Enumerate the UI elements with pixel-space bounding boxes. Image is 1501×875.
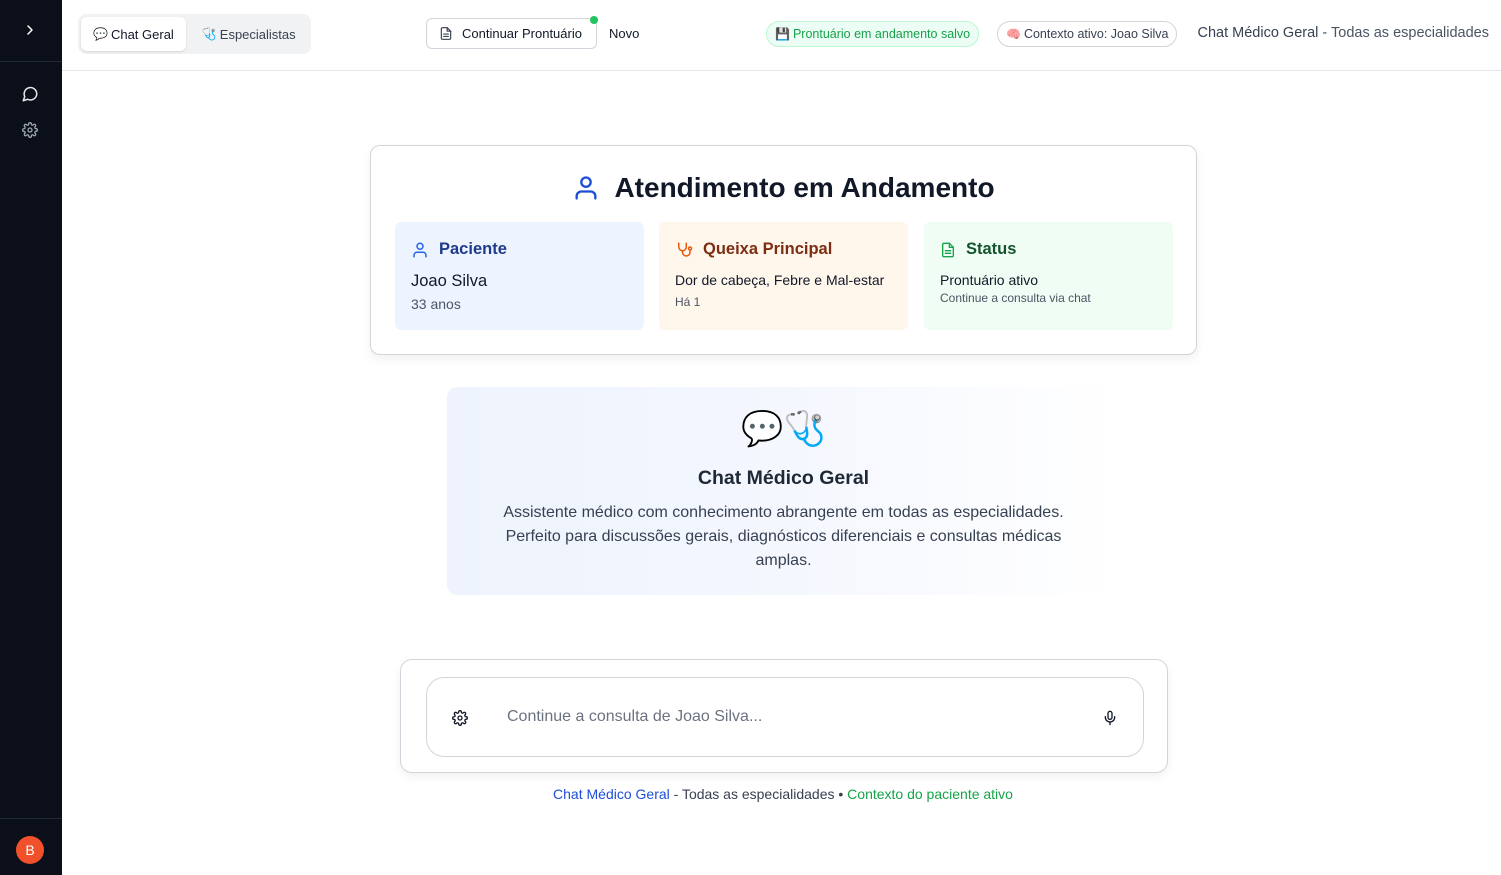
patient-card: Paciente Joao Silva 33 anos bbox=[395, 222, 644, 330]
attendance-panel: Atendimento em Andamento Paciente Joao S… bbox=[370, 145, 1197, 355]
intro-description: Assistente médico com conhecimento abran… bbox=[503, 504, 1064, 569]
status-hint: Continue a consulta via chat bbox=[940, 291, 1091, 305]
top-bar: 💬 Chat Geral 🩺 Especialistas Continuar P… bbox=[62, 0, 1501, 71]
stethoscope-icon: 🩺 bbox=[201, 27, 217, 41]
patient-name: Joao Silva bbox=[411, 272, 488, 290]
tab-label: Especialistas bbox=[219, 26, 296, 42]
user-icon bbox=[413, 242, 427, 257]
footer-context: Contexto do paciente ativo bbox=[847, 786, 1013, 802]
page-title-sub: Todas as especialidades bbox=[1331, 25, 1489, 41]
footer-middle: - Todas as especialidades • bbox=[669, 786, 848, 802]
status-text: Prontuário ativo bbox=[940, 272, 1039, 288]
speech-bubble-icon: 💬 bbox=[93, 27, 108, 41]
tab-label: Chat Geral bbox=[110, 26, 174, 42]
attendance-title: Atendimento em Andamento bbox=[614, 172, 995, 203]
document-icon bbox=[942, 242, 954, 257]
complaint-text: Dor de cabeça, Febre e Mal-estar bbox=[675, 272, 885, 288]
floppy-disk-icon: 💾 bbox=[775, 27, 790, 41]
patient-age: 33 anos bbox=[411, 296, 461, 312]
continue-record-button[interactable]: Continuar Prontuário bbox=[426, 18, 597, 49]
stethoscope-icon bbox=[678, 242, 693, 257]
status-heading: Status bbox=[966, 240, 1017, 258]
context-badge: 🧠 Contexto ativo: Joao Silva bbox=[997, 21, 1178, 47]
chat-stethoscope-icon: 💬🩺 bbox=[741, 410, 826, 448]
mode-switch: 💬 Chat Geral 🩺 Especialistas bbox=[78, 14, 311, 54]
complaint-heading: Queixa Principal bbox=[703, 240, 833, 258]
intro-title: Chat Médico Geral bbox=[697, 467, 870, 489]
continue-record-label: Continuar Prontuário bbox=[462, 26, 582, 41]
page-title-main: Chat Médico Geral bbox=[1197, 25, 1319, 41]
document-icon bbox=[440, 27, 452, 40]
complaint-card: Queixa Principal Dor de cabeça, Febre e … bbox=[659, 222, 908, 330]
footer-title: Chat Médico Geral bbox=[553, 786, 670, 802]
user-icon bbox=[575, 176, 597, 200]
tab-especialistas[interactable]: 🩺 Especialistas bbox=[190, 17, 308, 51]
saved-badge: 💾 Prontuário em andamento salvo bbox=[766, 21, 980, 47]
avatar[interactable]: B bbox=[16, 836, 44, 864]
page-title-separator: - bbox=[1318, 25, 1331, 41]
context-badge-label: Contexto ativo: Joao Silva bbox=[1023, 27, 1169, 41]
saved-badge-label: Prontuário em andamento salvo bbox=[792, 27, 971, 41]
gear-icon[interactable] bbox=[449, 707, 471, 729]
microphone-icon[interactable] bbox=[1099, 707, 1121, 729]
composer-box bbox=[426, 677, 1144, 757]
page-title: Chat Médico Geral - Todas as especialida… bbox=[1197, 25, 1489, 41]
sidebar: B bbox=[0, 0, 62, 875]
chat-input[interactable] bbox=[497, 698, 1077, 736]
message-circle-icon[interactable] bbox=[20, 84, 40, 104]
status-card: Status Prontuário ativo Continue a consu… bbox=[924, 222, 1173, 330]
active-indicator bbox=[590, 16, 598, 24]
chevron-right-icon[interactable] bbox=[18, 18, 42, 42]
composer bbox=[400, 659, 1168, 773]
footer-status: Chat Médico Geral - Todas as especialida… bbox=[0, 786, 1501, 802]
sidebar-divider bbox=[0, 818, 62, 819]
attendance-header: Atendimento em Andamento bbox=[371, 172, 1196, 204]
brain-icon: 🧠 bbox=[1006, 27, 1021, 41]
patient-heading: Paciente bbox=[439, 240, 507, 258]
chat-intro: 💬🩺 Chat Médico Geral Assistente médico c… bbox=[447, 387, 1120, 595]
tab-chat-geral[interactable]: 💬 Chat Geral bbox=[81, 17, 186, 51]
gear-icon[interactable] bbox=[20, 120, 40, 140]
new-button[interactable]: Novo bbox=[606, 18, 642, 49]
sidebar-divider bbox=[0, 61, 62, 62]
complaint-since: Há 1 bbox=[675, 295, 701, 309]
